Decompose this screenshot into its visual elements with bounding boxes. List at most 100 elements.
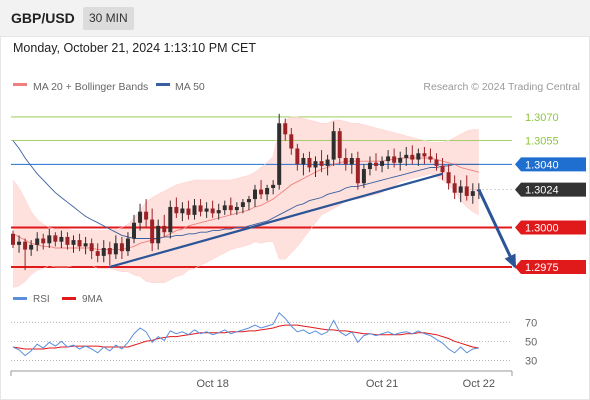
candle-body	[222, 205, 227, 211]
candle-body	[380, 161, 385, 166]
candle-body	[271, 184, 276, 188]
candle-body	[331, 131, 336, 160]
candle-body	[89, 243, 94, 252]
level-value: 1.3055	[525, 136, 559, 148]
level-label-current: 1.3024	[515, 182, 586, 197]
x-tick-label: Oct 22	[463, 378, 495, 390]
rsi-panel: 70 50 30	[11, 311, 537, 367]
candle-body	[210, 208, 215, 214]
level-label-support: 1.2975	[515, 259, 586, 274]
legend-swatch-ma50	[156, 83, 170, 86]
candle-body	[434, 159, 439, 166]
candle-body	[386, 156, 391, 162]
price-chart: 1.3070 1.3055 1.3040 1.3024 1.3000 1.2975 MA …	[10, 81, 586, 390]
candle-body	[186, 208, 191, 215]
candle-body	[470, 191, 475, 196]
candle-body	[367, 162, 372, 170]
candle-body	[47, 235, 52, 244]
candle-body	[277, 123, 282, 185]
candle-body	[204, 208, 209, 212]
legend-label-ma50: MA 50	[175, 81, 205, 93]
candle-body	[289, 134, 294, 149]
candle-body	[107, 248, 112, 255]
candle-body	[192, 205, 197, 215]
candle-body	[398, 158, 403, 163]
candle-body	[361, 169, 366, 184]
candle-body	[11, 233, 15, 245]
candle-body	[23, 241, 28, 250]
candle-body	[265, 188, 270, 195]
candle-body	[162, 225, 167, 233]
rsi-tick-label: 30	[525, 355, 537, 367]
legend-label-9ma: 9MA	[82, 294, 103, 305]
candle-body	[446, 172, 451, 184]
candle-body	[138, 211, 143, 223]
candle-body	[71, 240, 76, 245]
candle-body	[416, 153, 421, 160]
candle-body	[168, 206, 173, 233]
candle-body	[174, 206, 179, 214]
level-labels: 1.3070 1.3055 1.3040 1.3024 1.3000 1.2975	[515, 112, 586, 274]
rsi-tick-label: 70	[525, 317, 537, 329]
candle-body	[180, 208, 185, 214]
candle-body	[53, 235, 58, 242]
candle-body	[343, 158, 348, 165]
candle-body	[301, 158, 306, 165]
candle-body	[253, 189, 257, 200]
candle-body	[422, 153, 427, 157]
level-value: 1.2975	[525, 262, 559, 274]
candle-body	[325, 159, 330, 166]
rsi-tick-label: 50	[525, 336, 537, 348]
candle-body	[198, 205, 203, 212]
candle-body	[101, 248, 106, 256]
legend-swatch-ma20	[13, 83, 27, 86]
candle-body	[59, 236, 64, 242]
candle-body	[216, 210, 221, 214]
rsi-legend: RSI 9MA	[13, 294, 103, 305]
candle-body	[95, 251, 100, 256]
credit-text: Research © 2024 Trading Central	[423, 81, 580, 93]
candle-body	[156, 225, 161, 244]
candle-body	[29, 244, 34, 250]
candle-body	[440, 165, 445, 173]
candle-body	[150, 219, 155, 244]
candle-body	[65, 236, 70, 245]
candle-body	[337, 131, 342, 158]
x-tick-label: Oct 18	[196, 378, 228, 390]
candle-body	[144, 211, 149, 220]
candle-body	[392, 156, 397, 163]
level-label-resistance: 1.3055	[525, 136, 559, 148]
level-label-resistance: 1.3070	[525, 112, 559, 124]
candle-body	[464, 186, 469, 196]
level-value: 1.3070	[525, 112, 559, 124]
candle-body	[374, 162, 378, 166]
x-tick-label: Oct 21	[366, 378, 398, 390]
candle-body	[17, 241, 22, 245]
candle-body	[246, 199, 251, 203]
candle-body	[349, 158, 354, 165]
candle-body	[355, 158, 360, 184]
candle-body	[295, 148, 300, 165]
candle-body	[428, 156, 433, 160]
candle-body	[410, 154, 415, 160]
candle-body	[240, 202, 245, 207]
level-label-ma50: 1.3040	[515, 157, 586, 172]
level-label-support: 1.3000	[515, 220, 586, 235]
candle-body	[228, 205, 233, 211]
candle-body	[234, 206, 239, 211]
level-value: 1.3040	[525, 159, 559, 171]
candle	[277, 113, 282, 190]
candle-body	[77, 240, 82, 247]
bollinger-bands	[13, 116, 479, 288]
bollinger-band-area	[13, 116, 479, 288]
legend-label-ma20: MA 20 + Bollinger Bands	[33, 81, 148, 93]
candle-body	[35, 238, 40, 245]
candle-body	[113, 243, 118, 255]
legend-label-rsi: RSI	[33, 294, 50, 305]
candle-body	[259, 189, 264, 195]
candle-body	[41, 238, 46, 244]
candle-body	[452, 183, 457, 193]
candle-body	[283, 123, 288, 135]
candle-body	[458, 186, 463, 193]
level-value: 1.3000	[525, 222, 559, 234]
